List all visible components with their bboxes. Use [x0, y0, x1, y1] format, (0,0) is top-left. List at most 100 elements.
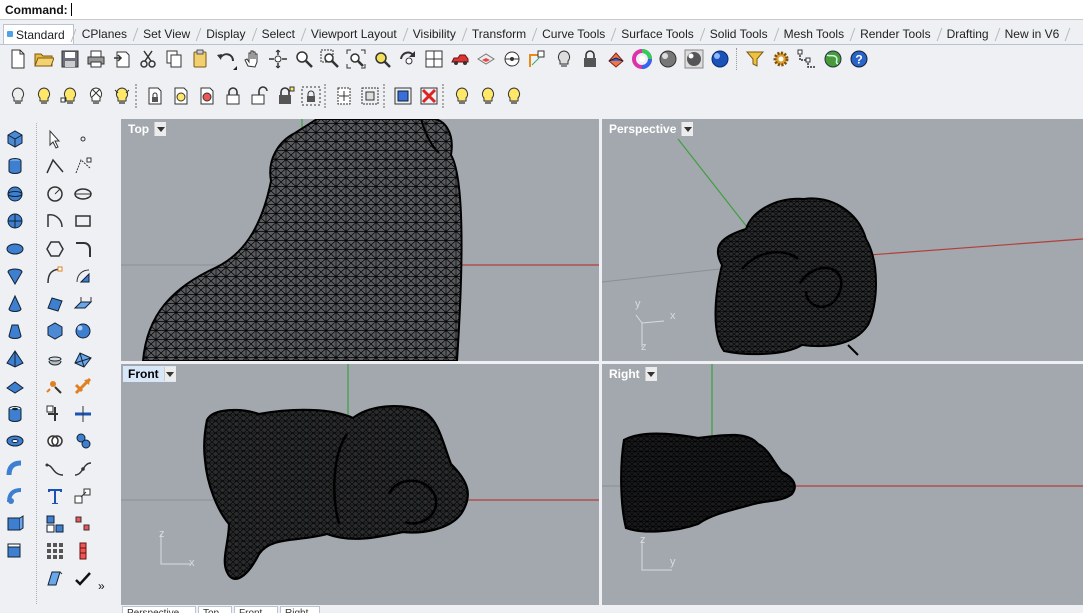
explode-icon[interactable]: [70, 510, 96, 538]
curve-edit-icon[interactable]: [42, 263, 68, 291]
group-icon[interactable]: [42, 510, 68, 538]
lightbulb-hide-icon[interactable]: [551, 46, 577, 72]
lock-icon[interactable]: [220, 83, 246, 109]
bottom-tab-top[interactable]: Top: [198, 606, 232, 613]
zoom-icon[interactable]: [291, 46, 317, 72]
bottom-tab-right[interactable]: Right: [280, 606, 320, 613]
rotate-view-icon[interactable]: [265, 46, 291, 72]
unlock-selected-icon[interactable]: [246, 83, 272, 109]
bottom-tab-perspective[interactable]: Perspective: [122, 606, 196, 613]
viewport-menu-dropdown-icon[interactable]: [644, 367, 657, 381]
boolean-split-icon[interactable]: [70, 428, 96, 456]
show-selected-icon[interactable]: [83, 83, 109, 109]
tab-display[interactable]: Display: [198, 24, 253, 44]
check-icon[interactable]: [70, 565, 96, 593]
tab-surface-tools[interactable]: Surface Tools: [613, 24, 702, 44]
lens-tools-icon[interactable]: [499, 46, 525, 72]
tab-curve-tools[interactable]: Curve Tools: [534, 24, 613, 44]
render-sphere-icon[interactable]: [681, 46, 707, 72]
select-locked-icon[interactable]: [298, 83, 324, 109]
viewport-menu-dropdown-icon[interactable]: [681, 122, 694, 136]
viewport-title-perspective[interactable]: Perspective: [604, 121, 694, 137]
tab-cplanes[interactable]: CPlanes: [74, 24, 135, 44]
history-icon[interactable]: [70, 538, 96, 566]
tab-drafting[interactable]: Drafting: [939, 24, 997, 44]
cone-icon[interactable]: [2, 290, 28, 318]
print-icon[interactable]: [83, 46, 109, 72]
fillet-curve-icon[interactable]: [70, 235, 96, 263]
pyramid-icon[interactable]: [2, 345, 28, 373]
tab-mesh-tools[interactable]: Mesh Tools: [776, 24, 852, 44]
car-render-icon[interactable]: [447, 46, 473, 72]
disable-isolate-icon[interactable]: [331, 83, 357, 109]
tab-solid-tools[interactable]: Solid Tools: [702, 24, 776, 44]
tab-new-in-v6[interactable]: New in V6: [997, 24, 1068, 44]
rotate-camera-icon[interactable]: [395, 46, 421, 72]
box-icon[interactable]: [2, 125, 28, 153]
delete-isolate-icon[interactable]: [416, 83, 442, 109]
tab-standard[interactable]: Standard: [3, 24, 74, 44]
material-icon[interactable]: [603, 46, 629, 72]
new-file-icon[interactable]: [5, 46, 31, 72]
torus-icon[interactable]: [2, 428, 28, 456]
solid-box-icon[interactable]: [42, 318, 68, 346]
viewport-title-right[interactable]: Right: [604, 366, 657, 382]
tab-viewport-layout[interactable]: Viewport Layout: [303, 24, 405, 44]
grid-array-icon[interactable]: [42, 538, 68, 566]
circle-icon[interactable]: [42, 180, 68, 208]
settings-gear-icon[interactable]: [768, 46, 794, 72]
truncated-cone-icon[interactable]: [2, 318, 28, 346]
cut-icon[interactable]: [135, 46, 161, 72]
light-on-icon[interactable]: [449, 83, 475, 109]
lock-icon[interactable]: [577, 46, 603, 72]
viewport-title-front[interactable]: Front: [123, 366, 176, 382]
hide-points-icon[interactable]: [109, 83, 135, 109]
paste-icon[interactable]: [187, 46, 213, 72]
zoom-selected-icon[interactable]: [369, 46, 395, 72]
tab-transform[interactable]: Transform: [464, 24, 534, 44]
transform-move-icon[interactable]: [42, 400, 68, 428]
boolean-union-icon[interactable]: [42, 428, 68, 456]
tab-select[interactable]: Select: [254, 24, 303, 44]
tab-visibility[interactable]: Visibility: [405, 24, 464, 44]
pan-hand-icon[interactable]: [239, 46, 265, 72]
extrude-crv-icon[interactable]: [70, 290, 96, 318]
arc-icon[interactable]: [42, 208, 68, 236]
point-icon[interactable]: [70, 125, 96, 153]
zoom-window-icon[interactable]: [317, 46, 343, 72]
viewport-right[interactable]: z y Right: [602, 364, 1083, 605]
save-icon[interactable]: [57, 46, 83, 72]
scale-icon[interactable]: [70, 483, 96, 511]
filter-select-icon[interactable]: [742, 46, 768, 72]
unlock-object-icon[interactable]: [168, 83, 194, 109]
polygon-icon[interactable]: [42, 235, 68, 263]
command-input-caret[interactable]: [70, 3, 72, 16]
control-point-curve-icon[interactable]: [70, 153, 96, 181]
viewport-front[interactable]: z x Front: [121, 364, 599, 605]
globe-tools-icon[interactable]: [820, 46, 846, 72]
command-line[interactable]: Command:: [0, 0, 1083, 20]
cylinder-icon[interactable]: [2, 153, 28, 181]
four-viewports-icon[interactable]: [421, 46, 447, 72]
surface-from-points-icon[interactable]: [42, 290, 68, 318]
light-off-icon[interactable]: [475, 83, 501, 109]
surface-analysis-icon[interactable]: [42, 565, 68, 593]
snap-object-icon[interactable]: [525, 46, 551, 72]
ellipsoid-icon[interactable]: [2, 235, 28, 263]
isolate-icon[interactable]: [390, 83, 416, 109]
zoom-extents-icon[interactable]: [343, 46, 369, 72]
light-all-icon[interactable]: [501, 83, 527, 109]
pipe-icon[interactable]: [2, 455, 28, 483]
shaded-sphere-icon[interactable]: [655, 46, 681, 72]
ellipse-icon[interactable]: [70, 180, 96, 208]
padlock-open-icon[interactable]: [272, 83, 298, 109]
mesh-tools-icon[interactable]: [42, 373, 68, 401]
layer-tools-icon[interactable]: [473, 46, 499, 72]
viewport-menu-dropdown-icon[interactable]: [154, 122, 167, 136]
lock-swap-icon[interactable]: [194, 83, 220, 109]
loft-surface-icon[interactable]: [70, 263, 96, 291]
pipe-variable-icon[interactable]: [2, 483, 28, 511]
show-objects-icon[interactable]: [5, 83, 31, 109]
rectangle-icon[interactable]: [70, 208, 96, 236]
select-arrow-icon[interactable]: [42, 125, 68, 153]
